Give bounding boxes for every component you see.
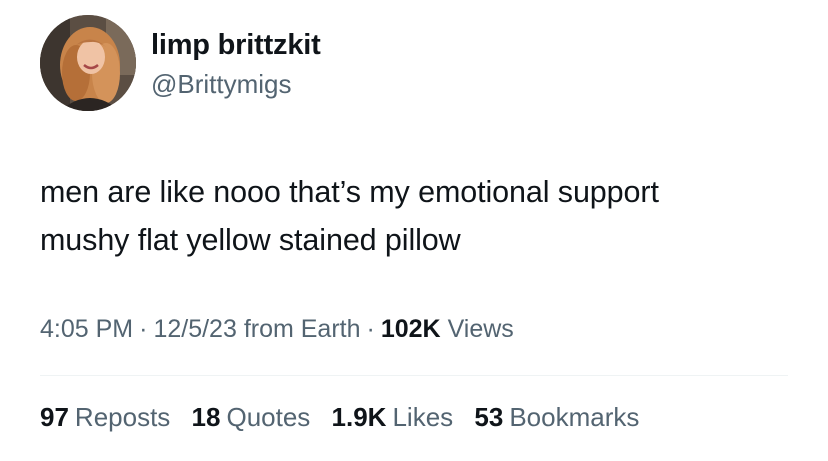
bookmarks-label: Bookmarks (509, 402, 640, 432)
tweet-text-line: men are like nooo that’s my emotional su… (40, 175, 659, 209)
views-link[interactable]: 102K Views (381, 315, 514, 343)
user-handle[interactable]: @Brittymigs (151, 67, 321, 101)
tweet-meta: 4:05 PM · 12/5/23 from Earth · 102K Views (40, 311, 514, 347)
tweet-date: 12/5/23 (153, 315, 237, 343)
profile-photo-icon (40, 15, 136, 111)
likes-label: Likes (392, 402, 454, 432)
views-label: Views (447, 315, 514, 343)
tweet-time: 4:05 PM (40, 315, 134, 343)
likes-stat[interactable]: 1.9K Likes (332, 398, 454, 436)
bookmarks-count: 53 (474, 402, 504, 432)
tweet-text-line: mushy flat yellow stained pillow (40, 223, 461, 257)
tweet-text: men are like nooo that’s my emotional su… (40, 168, 810, 264)
display-name[interactable]: limp brittzkit (151, 28, 321, 62)
likes-count: 1.9K (331, 402, 387, 432)
reposts-stat[interactable]: 97 Reposts (40, 398, 170, 436)
tweet-timestamp[interactable]: 4:05 PM · 12/5/23 (40, 315, 237, 343)
avatar[interactable] (40, 15, 136, 111)
meta-separator: · (366, 315, 375, 343)
quotes-count: 18 (191, 402, 221, 432)
quotes-stat[interactable]: 18 Quotes (192, 398, 311, 436)
bookmarks-stat[interactable]: 53 Bookmarks (474, 398, 639, 436)
tweet-card: limp brittzkit @Brittymigs men are like … (0, 0, 828, 461)
quotes-label: Quotes (226, 402, 311, 432)
reposts-label: Reposts (74, 402, 171, 432)
views-count: 102K (380, 315, 441, 343)
author-block: limp brittzkit @Brittymigs (151, 28, 321, 101)
engagement-stats: 97 Reposts 18 Quotes 1.9K Likes 53 Bookmarks (40, 398, 653, 436)
tweet-source: from Earth (243, 315, 361, 343)
meta-separator: · (139, 315, 148, 343)
divider (40, 375, 788, 376)
reposts-count: 97 (40, 402, 69, 432)
